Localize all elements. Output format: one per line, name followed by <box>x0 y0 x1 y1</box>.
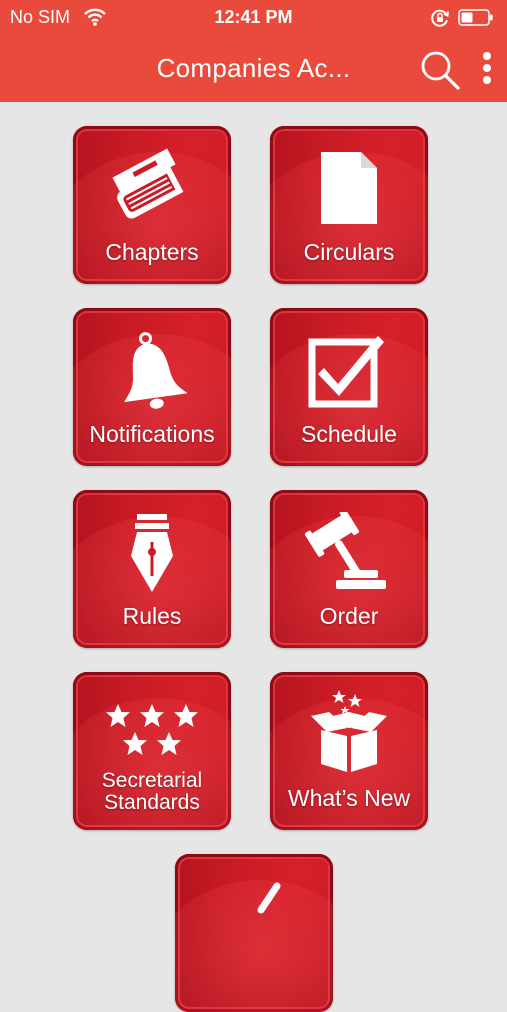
tile-circulars[interactable]: Circulars <box>270 126 428 284</box>
bell-icon <box>73 308 231 428</box>
tile-label-circulars: Circulars <box>303 239 395 265</box>
gavel-icon <box>270 490 428 610</box>
gift-box-icon <box>270 672 428 792</box>
orientation-lock-icon <box>430 8 450 33</box>
overflow-menu-button[interactable] <box>476 48 498 92</box>
tile-whats-new[interactable]: What’s New <box>270 672 428 830</box>
tile-secretarial-standards[interactable]: Secretarial Standards <box>73 672 231 830</box>
search-button[interactable] <box>418 48 462 92</box>
tile-label-secretarial-standards: Secretarial Standards <box>73 770 231 814</box>
tile-label-chapters: Chapters <box>105 239 199 265</box>
tile-order[interactable]: Order <box>270 490 428 648</box>
more-vert-icon <box>476 52 498 96</box>
tile-label-line1: Secretarial <box>101 769 203 792</box>
fountain-pen-icon <box>73 490 231 610</box>
tile-notifications[interactable]: Notifications <box>73 308 231 466</box>
tile-rules[interactable]: Rules <box>73 490 231 648</box>
tile-schedule[interactable]: Schedule <box>270 308 428 466</box>
tile-partial[interactable] <box>175 854 333 1012</box>
checkbox-icon <box>270 308 428 428</box>
search-icon <box>418 51 462 96</box>
document-icon <box>270 126 428 246</box>
tile-label-schedule: Schedule <box>301 421 397 447</box>
book-icon <box>73 126 231 246</box>
tile-label-order: Order <box>319 603 379 629</box>
tile-label-rules: Rules <box>122 603 182 629</box>
app-bar: Companies Ac... <box>0 36 507 102</box>
status-bar: No SIM 12:41 PM <box>0 0 507 36</box>
tile-label-line2: Standards <box>104 791 200 814</box>
check-icon <box>175 854 333 974</box>
tile-label-whats-new: What’s New <box>287 785 411 811</box>
battery-icon <box>458 9 494 26</box>
tile-label-notifications: Notifications <box>89 421 215 447</box>
tile-chapters[interactable]: Chapters <box>73 126 231 284</box>
